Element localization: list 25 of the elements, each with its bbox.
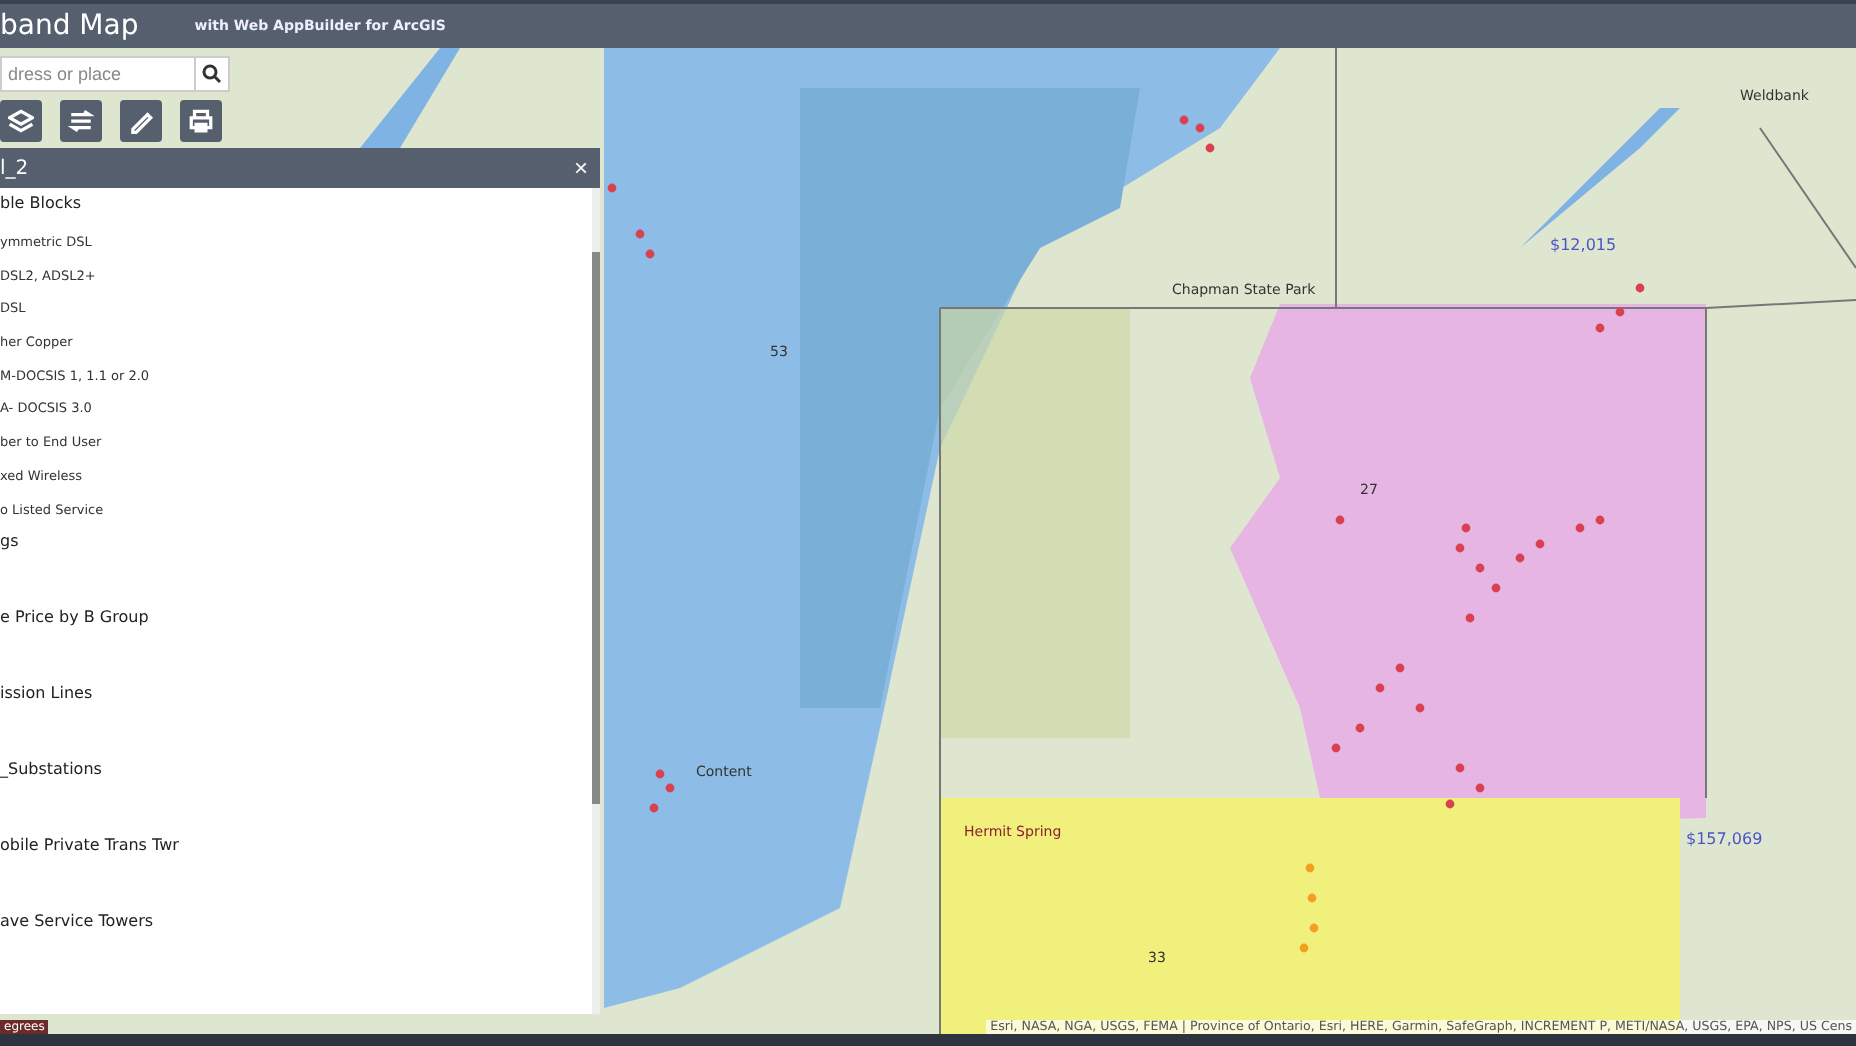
layer-item[interactable]: ave Service Towers xyxy=(0,910,592,987)
search-field[interactable]: dress or place xyxy=(0,56,194,92)
pencil-icon xyxy=(128,108,154,134)
toolbar-button[interactable] xyxy=(180,100,222,142)
app-title: band Map xyxy=(0,10,139,42)
scrollbar[interactable] xyxy=(592,188,600,1014)
layer-item[interactable]: _Substations xyxy=(0,758,592,835)
search-icon xyxy=(202,64,222,84)
toolbar-button[interactable] xyxy=(120,100,162,142)
swap-icon xyxy=(68,108,94,134)
layer-item[interactable]: obile Private Trans Twr xyxy=(0,834,592,911)
scrollbar-thumb[interactable] xyxy=(592,252,600,804)
layer-item[interactable]: e Price by B Group xyxy=(0,606,592,683)
close-button[interactable]: × xyxy=(573,154,588,182)
toolbar-button[interactable] xyxy=(60,100,102,142)
layer-item[interactable]: ble Blocks xyxy=(0,192,592,230)
panel-title: l_2 xyxy=(0,157,29,179)
layer-item[interactable]: gs xyxy=(0,530,592,607)
map-value-label: $157,069 xyxy=(1686,830,1763,848)
map-value-label: $12,015 xyxy=(1550,236,1617,254)
toolbar-button[interactable] xyxy=(0,100,42,142)
layer-item[interactable]: ission Lines xyxy=(0,682,592,759)
search-button[interactable] xyxy=(194,56,230,92)
print-icon xyxy=(188,108,214,134)
layers-icon xyxy=(8,108,34,134)
